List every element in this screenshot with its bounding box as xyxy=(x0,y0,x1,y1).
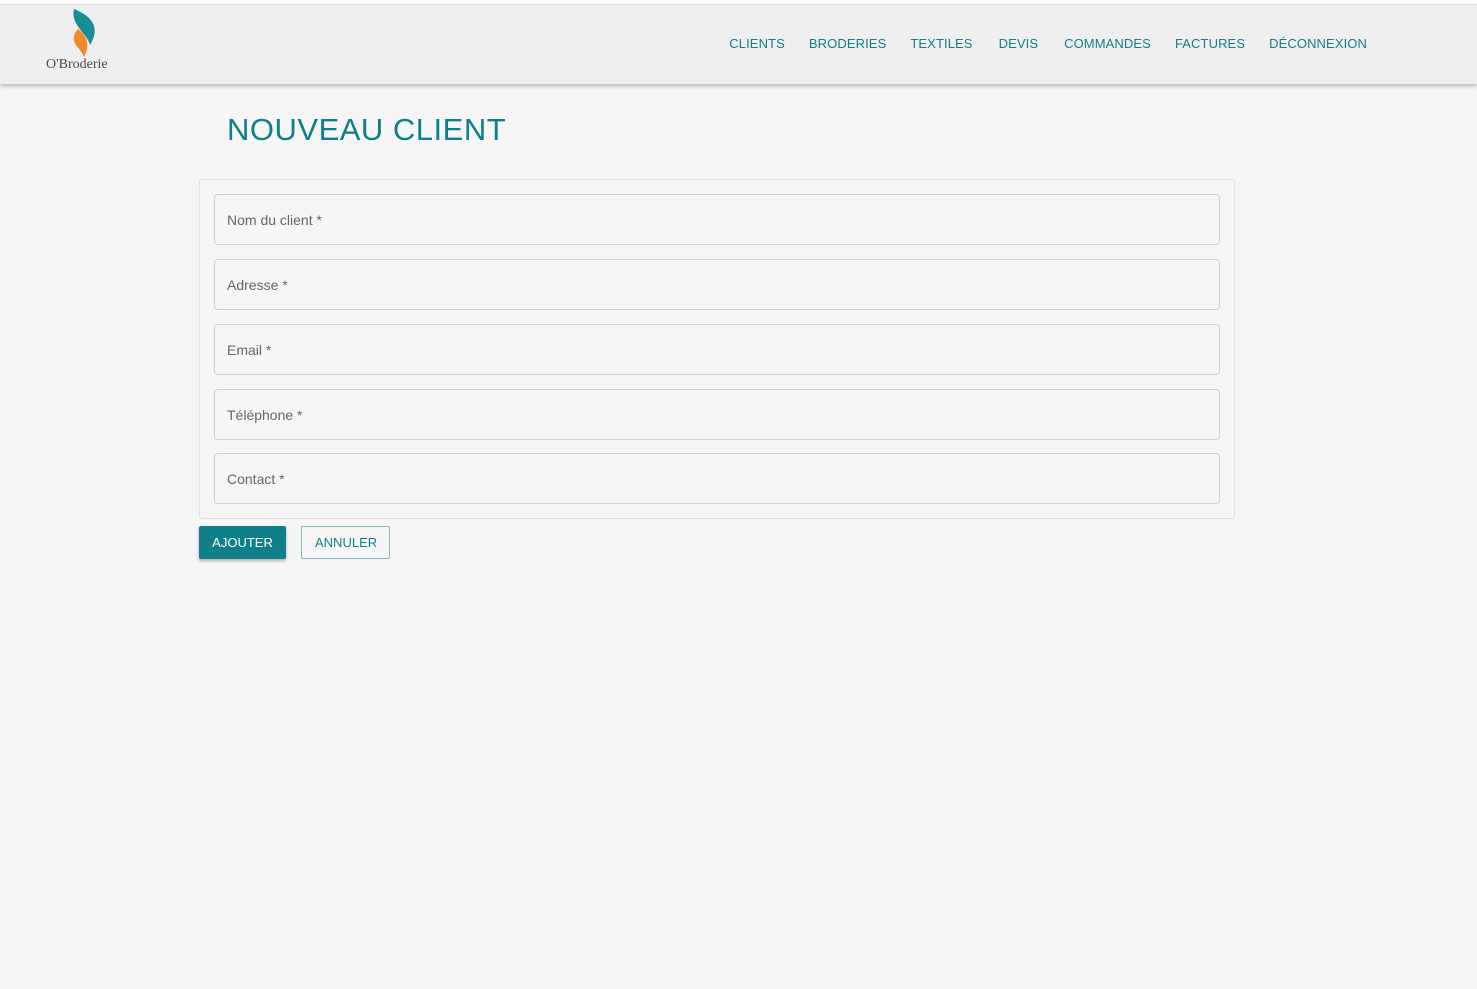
cancel-button[interactable]: ANNULER xyxy=(301,526,390,559)
page-title: NOUVEAU CLIENT xyxy=(227,112,507,147)
brand-logo[interactable]: O'Broderie xyxy=(44,7,124,75)
nav-item-deconnexion[interactable]: DÉCONNEXION xyxy=(1257,36,1379,52)
client-form xyxy=(199,179,1235,519)
navbar: O'Broderie CLIENTS BRODERIES TEXTILES DE… xyxy=(0,4,1477,84)
nav-item-factures[interactable]: FACTURES xyxy=(1163,36,1257,52)
add-button[interactable]: AJOUTER xyxy=(199,526,286,559)
main-nav: CLIENTS BRODERIES TEXTILES DEVIS COMMAND… xyxy=(717,36,1379,52)
nav-item-broderies[interactable]: BRODERIES xyxy=(797,36,898,52)
email-input[interactable] xyxy=(215,325,1219,374)
flame-leaf-logo-icon xyxy=(73,9,95,57)
client-name-field xyxy=(214,194,1220,245)
nav-item-commandes[interactable]: COMMANDES xyxy=(1052,36,1163,52)
brand-name: O'Broderie xyxy=(46,57,108,72)
nav-item-clients[interactable]: CLIENTS xyxy=(717,36,797,52)
email-field xyxy=(214,324,1220,375)
contact-field xyxy=(214,453,1220,504)
nav-item-textiles[interactable]: TEXTILES xyxy=(898,36,984,52)
phone-field xyxy=(214,389,1220,440)
client-name-input[interactable] xyxy=(215,195,1219,244)
contact-input[interactable] xyxy=(215,454,1219,503)
nav-item-devis[interactable]: DEVIS xyxy=(985,36,1053,52)
address-field xyxy=(214,259,1220,310)
phone-input[interactable] xyxy=(215,390,1219,439)
address-input[interactable] xyxy=(215,260,1219,309)
